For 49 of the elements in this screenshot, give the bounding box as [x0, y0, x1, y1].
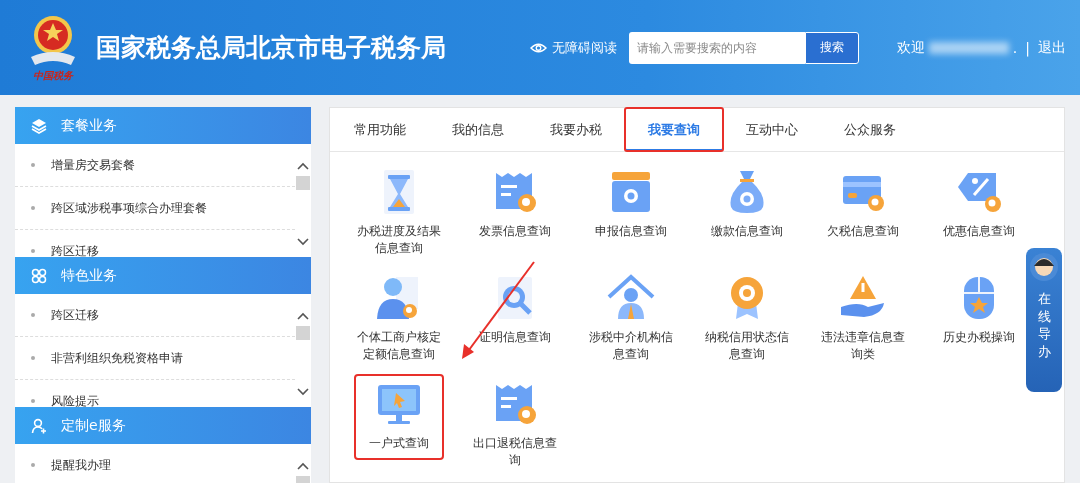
section-title: 特色业务	[61, 266, 117, 285]
search-button[interactable]: 搜索	[804, 31, 859, 64]
online-guide-widget[interactable]: 在线导办	[1026, 248, 1062, 392]
sidebar-item[interactable]: 增量房交易套餐	[15, 144, 295, 187]
avatar-icon	[1029, 252, 1059, 282]
sidebar-item[interactable]: 跨区域涉税事项综合办理套餐	[15, 187, 295, 230]
service-item[interactable]: 缴款信息查询	[701, 164, 793, 246]
eye-icon	[529, 41, 547, 54]
service-item[interactable]: 优惠信息查询	[933, 164, 1025, 246]
chevron-down-icon[interactable]	[297, 388, 309, 396]
user-add-icon	[31, 417, 47, 434]
sidebar-item[interactable]: 非营利组织免税资格申请	[15, 337, 295, 380]
service-item[interactable]: 违法违章信息查询类	[817, 270, 909, 369]
emblem-caption: 中国税务	[33, 68, 73, 83]
service-item[interactable]: 发票信息查询	[469, 164, 561, 246]
chevron-up-icon[interactable]	[297, 462, 309, 470]
service-item[interactable]: 申报信息查询	[585, 164, 677, 246]
tab[interactable]: 我要查询	[625, 108, 723, 151]
service-item[interactable]: 一户式查询	[356, 376, 442, 458]
service-item[interactable]: 办税进度及结果信息查询	[353, 164, 445, 263]
scrollbar-thumb[interactable]	[296, 176, 310, 190]
welcome-text: 欢迎	[896, 38, 925, 57]
section-title: 套餐业务	[61, 116, 117, 135]
welcome-period: .	[1012, 39, 1018, 56]
separator: |	[1025, 39, 1030, 56]
guide-label: 在线导办	[1037, 290, 1051, 361]
search-field[interactable]: 请输入需要搜索的内容	[628, 31, 805, 64]
chevron-up-icon[interactable]	[297, 312, 309, 320]
tab[interactable]: 互动中心	[723, 108, 821, 151]
service-item[interactable]: 个体工商户核定定额信息查询	[353, 270, 445, 369]
layers-icon	[31, 117, 47, 134]
site-title: 国家税务总局北京市电子税务局	[96, 32, 446, 64]
service-item[interactable]: 纳税信用状态信息查询	[701, 270, 793, 369]
chevron-up-icon[interactable]	[297, 162, 309, 170]
service-item[interactable]: 历史办税操询	[933, 270, 1025, 352]
tab[interactable]: 常用功能	[331, 108, 429, 151]
tab[interactable]: 我的信息	[429, 108, 527, 151]
tab[interactable]: 我要办税	[527, 108, 625, 151]
tab[interactable]: 公众服务	[821, 108, 919, 151]
service-item[interactable]: 出口退税信息查询	[469, 376, 561, 475]
chevron-down-icon[interactable]	[297, 238, 309, 246]
grid-icon	[31, 267, 47, 284]
service-item[interactable]: 欠税信息查询	[817, 164, 909, 246]
service-item[interactable]: 证明信息查询	[469, 270, 561, 352]
section-title: 定制e服务	[61, 416, 126, 435]
scrollbar-thumb[interactable]	[296, 326, 310, 340]
service-item[interactable]: 涉税中介机构信息查询	[585, 270, 677, 369]
accessibility-link[interactable]: 无障碍阅读	[529, 38, 617, 57]
sidebar-item[interactable]: 跨区迁移	[15, 294, 295, 337]
